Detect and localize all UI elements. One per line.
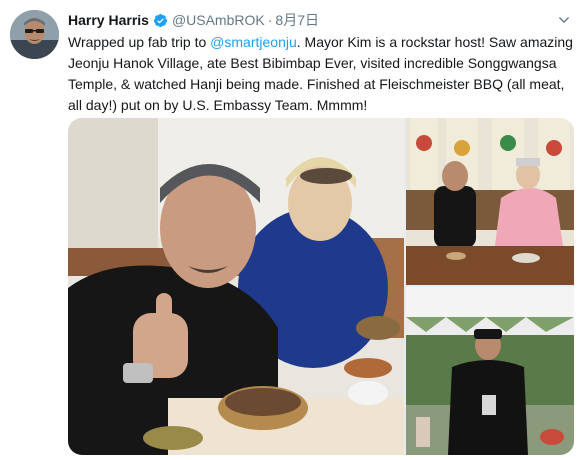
author-handle[interactable]: @USAmbROK xyxy=(172,12,265,28)
separator-dot: · xyxy=(267,12,273,28)
tweet-text-part: Wrapped up fab trip to xyxy=(68,34,211,50)
photo-bbq-event[interactable] xyxy=(406,287,574,455)
tweet-date[interactable]: 8月7日 xyxy=(275,10,319,30)
author-name[interactable]: Harry Harris xyxy=(68,12,149,28)
media-grid xyxy=(68,118,574,455)
verified-badge-icon xyxy=(153,13,168,28)
chevron-down-icon[interactable] xyxy=(554,10,574,30)
author-avatar[interactable] xyxy=(10,10,59,59)
mention-link[interactable]: @smartjeonju xyxy=(210,34,297,50)
tweet-header: Harry Harris @USAmbROK · 8月7日 xyxy=(68,10,319,30)
tweet-text: Wrapped up fab trip to @smartjeonju. May… xyxy=(68,32,573,116)
photo-traditional-room[interactable] xyxy=(406,118,574,285)
photo-dining[interactable] xyxy=(68,118,404,455)
